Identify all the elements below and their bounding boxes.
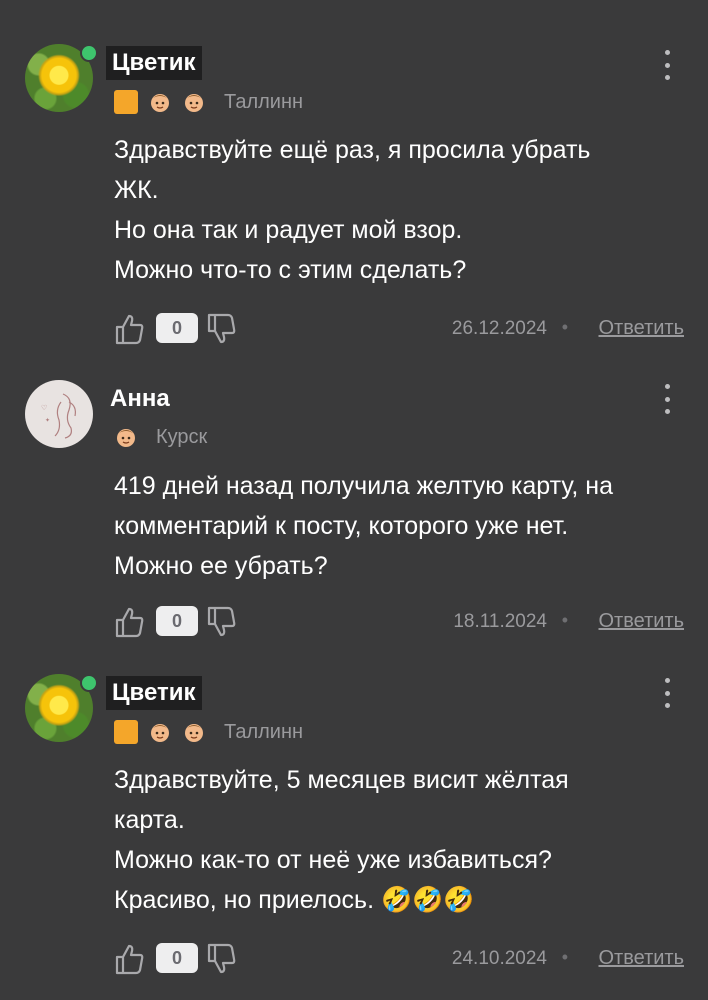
- user-badges: Курск: [114, 424, 207, 450]
- user-badges: Таллинн: [114, 89, 303, 115]
- comment-date: 24.10.2024: [451, 948, 547, 969]
- reply-link[interactable]: Ответить: [599, 610, 685, 633]
- reply-link[interactable]: Ответить: [599, 947, 685, 970]
- yellow-card-badge-icon: [114, 720, 138, 744]
- face-badge-icon: [114, 425, 138, 449]
- more-options-icon[interactable]: [659, 384, 675, 414]
- thumb-up-icon[interactable]: [112, 605, 146, 639]
- comment-date: 26.12.2024: [451, 318, 547, 339]
- comment-date: 18.11.2024: [453, 611, 547, 632]
- author-city: Таллинн: [224, 720, 304, 743]
- author-city: Таллинн: [224, 90, 304, 113]
- face-badge-icon: [148, 90, 172, 114]
- user-badges: Таллинн: [114, 719, 303, 745]
- face-badge-icon: [148, 720, 172, 744]
- author-name[interactable]: Цветик: [106, 46, 202, 80]
- separator: •: [561, 610, 568, 630]
- comment-text: 419 дней назад получила желтую карту, на…: [114, 472, 613, 580]
- reply-link[interactable]: Ответить: [599, 317, 685, 340]
- face-badge-icon: [182, 720, 206, 744]
- more-options-icon[interactable]: [659, 678, 675, 708]
- author-name[interactable]: Анна: [110, 382, 170, 416]
- separator: •: [561, 947, 568, 967]
- thumb-down-icon[interactable]: [204, 312, 238, 346]
- rating-score: 0: [156, 943, 198, 973]
- thumb-up-icon[interactable]: [112, 942, 146, 976]
- user-avatar[interactable]: ♡ ✦: [25, 380, 93, 448]
- online-status-dot: [80, 44, 98, 62]
- rating-score: 0: [156, 313, 198, 343]
- online-status-dot: [80, 674, 98, 692]
- face-badge-icon: [182, 90, 206, 114]
- comment-actions: 0 24.10.2024 • Ответить: [112, 938, 687, 978]
- more-options-icon[interactable]: [659, 50, 675, 80]
- svg-text:♡: ♡: [41, 404, 47, 412]
- thumb-down-icon[interactable]: [204, 942, 238, 976]
- comment-actions: 0 26.12.2024 • Ответить: [112, 308, 687, 348]
- yellow-card-badge-icon: [114, 90, 138, 114]
- author-name[interactable]: Цветик: [106, 676, 202, 710]
- rating-score: 0: [156, 606, 198, 636]
- comment-text: Здравствуйте ещё раз, я просила убрать Ж…: [114, 136, 591, 284]
- separator: •: [561, 317, 568, 337]
- author-city: Курск: [156, 425, 208, 448]
- comment-text: Здравствуйте, 5 месяцев висит жёлтая кар…: [114, 766, 569, 914]
- svg-text:✦: ✦: [45, 417, 50, 424]
- comment-actions: 0 18.11.2024 • Ответить: [112, 601, 687, 641]
- thumb-down-icon[interactable]: [204, 605, 238, 639]
- thumb-up-icon[interactable]: [112, 312, 146, 346]
